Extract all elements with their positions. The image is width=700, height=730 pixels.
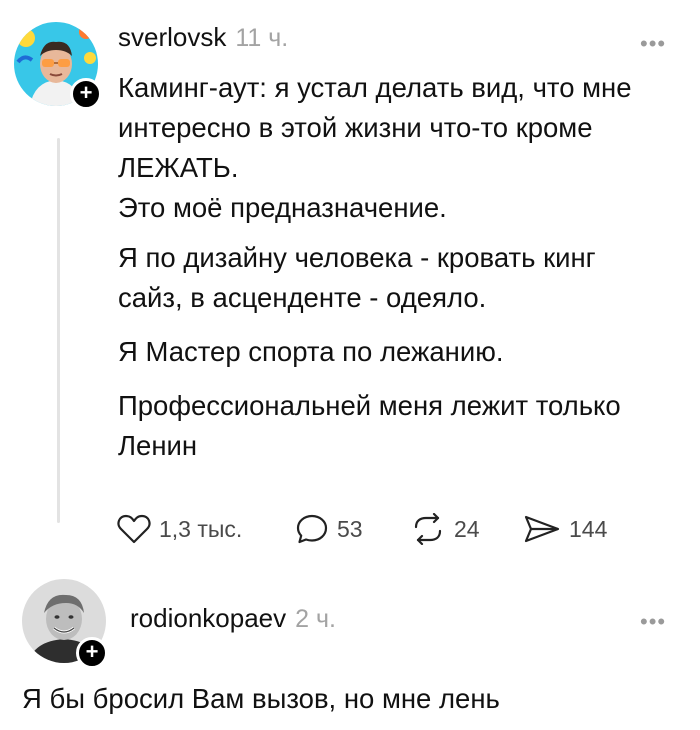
reply-avatar-container: + bbox=[22, 579, 108, 669]
reply-follow-button[interactable]: + bbox=[76, 637, 108, 669]
post-text-line: Это моё предназначение. bbox=[118, 192, 447, 223]
post-text-line: Каминг-аут: я устал делать вид, что мне bbox=[118, 72, 632, 103]
post-text: Каминг-аут: я устал делать вид, что мне … bbox=[118, 68, 688, 480]
shares-count: 144 bbox=[569, 515, 608, 542]
reply-header: rodionkopaev 2 ч. bbox=[130, 603, 336, 634]
timestamp: 11 ч. bbox=[235, 24, 289, 52]
avatar-container: + bbox=[14, 22, 102, 110]
post-text-line: Профессиональней меня лежит только bbox=[118, 390, 621, 421]
username[interactable]: sverlovsk bbox=[118, 22, 226, 53]
post-text-line: Я по дизайну человека - кровать кинг bbox=[118, 242, 596, 273]
comment-button[interactable]: 53 bbox=[295, 513, 410, 545]
post-text-line: интересно в этой жизни что-то кроме bbox=[118, 112, 593, 143]
like-button[interactable]: 1,3 тыс. bbox=[117, 514, 295, 544]
send-icon bbox=[524, 515, 560, 543]
thread-line bbox=[57, 138, 60, 523]
post-text-line: Я Мастер спорта по лежанию. bbox=[118, 336, 504, 367]
repost-button[interactable]: 24 bbox=[410, 513, 523, 545]
post-text-line: сайз, в асценденте - одеяло. bbox=[118, 282, 487, 313]
likes-count: 1,3 тыс. bbox=[159, 515, 243, 542]
more-icon: ••• bbox=[640, 31, 667, 56]
repost-icon bbox=[414, 513, 442, 545]
more-options-button[interactable]: ••• bbox=[640, 31, 666, 57]
heart-icon bbox=[117, 514, 151, 544]
comment-icon bbox=[296, 514, 328, 544]
post-text-line: ЛЕЖАТЬ. bbox=[118, 152, 239, 183]
reply-timestamp: 2 ч. bbox=[295, 605, 336, 633]
post-actions: 1,3 тыс. 53 24 144 bbox=[117, 507, 607, 551]
reply-username[interactable]: rodionkopaev bbox=[130, 603, 286, 634]
reply-more-options-button[interactable]: ••• bbox=[640, 609, 666, 635]
post-text-line: Ленин bbox=[118, 430, 198, 461]
share-button[interactable]: 144 bbox=[523, 514, 607, 544]
comments-count: 53 bbox=[337, 515, 363, 542]
follow-button[interactable]: + bbox=[70, 78, 102, 110]
post-header: sverlovsk 11 ч. bbox=[118, 22, 288, 53]
reposts-count: 24 bbox=[454, 515, 480, 542]
reply-text: Я бы бросил Вам вызов, но мне лень bbox=[22, 683, 500, 714]
more-icon: ••• bbox=[640, 609, 667, 634]
